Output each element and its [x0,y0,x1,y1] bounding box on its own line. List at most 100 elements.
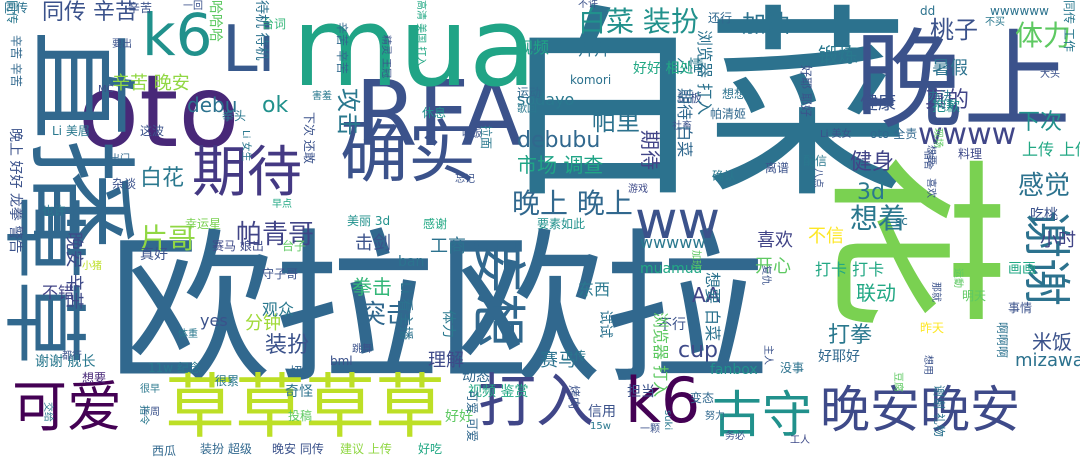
word-xiangyao-baicai: 想要 白菜 [703,272,722,342]
word-hahaha: 哈哈哈 [207,0,223,42]
word-daiji-daiji: 待机 待机 [253,0,269,61]
word-shishi: 试试 [597,310,613,338]
word-yexu: 也许 [42,204,67,218]
word-yihui: 一回 [183,1,203,12]
word-wubi: 务必 [725,431,745,442]
word-zaodian: 早点 [272,199,292,210]
word-mizawa: mizawa [1015,350,1080,371]
word-zatan: 杂谈 [112,177,137,191]
word-haochi: 好吃 [418,442,443,456]
word-xiexie-liwu: 谢谢 礼物 [932,385,946,437]
word-keai-keai: 可爱 可爱 [465,390,479,442]
word-gongji: 攻击 [334,88,362,136]
word-gongzuo: 工作 [1062,28,1076,53]
word-huahua: 画画 [1008,261,1036,277]
word-cup: cup [678,338,719,363]
word-caocaocaocao: 草草草草 [165,366,445,448]
word-mingtian: 明天 [962,289,987,303]
word-jiankang: 健康 [860,93,896,114]
word-henzao: 很早 [140,384,160,395]
word-xiaoshi: 小时 [1040,230,1076,251]
word-wanan-tongchuan: 晚安 同传 [272,442,324,456]
word-yaochu: 要出 [112,39,132,50]
word-lipu: 离谱 [765,161,790,175]
word-tili-small: 体力 [440,310,456,338]
word-meishi: 没事 [780,361,805,375]
word-shipin: 视频 [517,38,550,57]
word-zhuren: 主人 [762,345,773,365]
word-dd: dd [920,4,936,18]
word-ok: ok [262,93,289,118]
word-liandong: 联动 [856,281,896,305]
word-suki: suki [662,410,673,431]
word-xihuan: 喜欢 [757,230,793,251]
word-meili-3d: 美丽 3d [347,214,391,228]
word-xingyunxing: 幸运星 [185,217,222,231]
word-yike: 一颗 [640,424,660,435]
word-tongchuan-vert: 同传 [5,0,19,25]
word-mifan: 米饭 [1032,330,1072,354]
word-haixing: 还行 [708,11,733,25]
word-liulanqi-daru-1: 浏览器 打入 [695,30,714,116]
word-quantou: 拳头 [222,109,247,123]
word-doufu: 豆腐 [892,372,903,392]
word-sc: sc [895,214,908,228]
word-wanshang-haohao-longquan-jinggao: 晚上 好好 龙拳 警告 [7,128,23,254]
word-xinyong: 信用 [588,404,616,420]
word-tiaowu: 跳舞 [352,344,372,355]
word-jiaogei: 交给 [42,402,53,422]
word-xiexie: 谢谢 [1018,210,1074,307]
word-jiaban: 加班 [690,250,701,270]
word-zhuangban: 装扮 [265,333,310,358]
word-dongxi: 东西 [578,280,611,299]
word-li-nusheng: Li 女生 [240,130,251,162]
word-debubu: debubu [517,128,601,153]
word-cloud: 欧拉欧拉 白菜 晚上 花 oto RFA mua 直播 草草 确实 草草草草 k… [0,0,1080,463]
word-haoye-yehao: 好耶 耶好 [799,65,813,117]
word-qiepian: 切片 [290,364,315,378]
word-wangji: 忘记 [455,174,475,185]
word-haoyehao: 好耶好 [818,349,860,365]
word-henlei: 很累 [215,374,240,388]
word-xiuxi: 休息 [422,106,447,120]
word-tougao: 投稿 [288,409,313,423]
word-gongshang: 工商 [430,236,466,257]
word-jiayou: 加油 [742,10,790,38]
word-taizi: 台子 [282,239,307,253]
word-chumen: 出门 [110,154,130,165]
word-xiaci: 下次 [1018,110,1063,135]
word-k6-top: k6 [142,1,213,69]
word-wanshang-wanshang: 晚上 晚上 [512,187,633,220]
word-saima-niangchu: 赛马 娘出 [212,239,264,253]
word-mc: MC [98,84,114,95]
word-lijie: 理解 [428,350,464,371]
word-xiangxiang: 想想 [722,87,747,101]
word-bml: bml [330,354,353,368]
word-daquan: 打拳 [828,323,873,348]
word-datou: 大头 [1040,69,1060,80]
word-yes: yes [200,311,228,330]
word-shichang-diaocha: 市场 调查 [517,153,604,177]
word-dongtai: 动态 [462,369,490,385]
word-xiaci-haigan: 下次 还敢 [302,112,316,164]
word-gaoqing-meiguo-daru: 高清 美国 打入 [415,0,426,67]
word-xinku-xinku-1: 辛苦 辛苦 [335,22,349,74]
word-xinku-xinku-2: 辛苦 辛苦 [9,35,23,87]
word-haixiu: 害羞 [312,91,332,102]
word-ganjue: 感觉 [1018,171,1071,201]
word-shangchuan: 上传 [562,349,587,363]
word-oto-quanze: oto 全责 [870,127,918,141]
word-pali: 帕里 [592,108,640,136]
word-gongren: 工人 [790,435,810,446]
word-bumai: 不买 [985,17,1005,28]
word-jianyi-shangchuan: 建议 上传 [340,442,392,456]
word-zhenhao: 真好 [140,247,168,263]
word-qiguai: 奇怪 [285,384,313,400]
word-xihuan-vert: 喜欢 [925,178,936,198]
word-baibai: 拜拜 [578,40,611,59]
word-zhuangban-chaoji: 装扮 超级 [200,442,252,456]
word-li-meinu: Li 美女 [820,129,852,140]
word-xigua: 西瓜 [152,444,177,458]
word-lamian: 拉面 [479,125,493,150]
word-ban: ban [398,254,425,270]
